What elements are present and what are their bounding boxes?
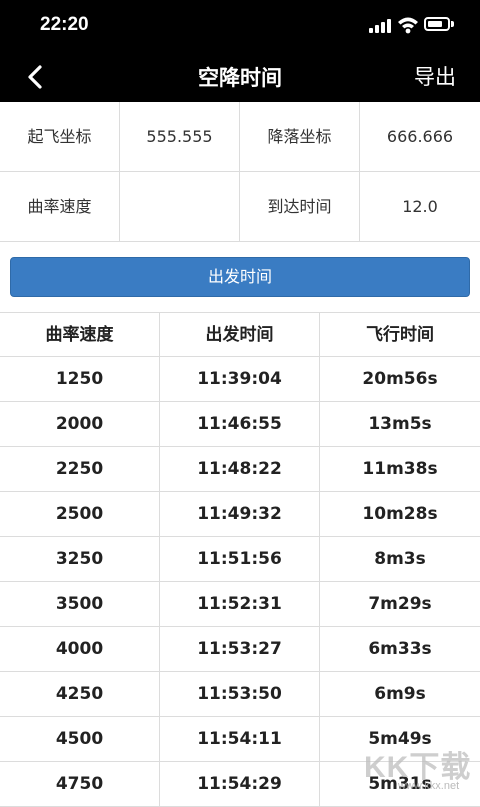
page-title: 空降时间 xyxy=(198,66,282,90)
table-header: 曲率速度 出发时间 飞行时间 xyxy=(0,312,480,357)
curve-speed-cell: 4500 xyxy=(0,717,160,761)
curve-speed-label: 曲率速度 xyxy=(0,172,120,242)
curve-speed-cell: 2250 xyxy=(0,447,160,491)
results-table: 曲率速度 出发时间 飞行时间 1250 11:39:04 20m56s 2000… xyxy=(0,312,480,807)
export-button[interactable]: 导出 xyxy=(414,61,456,91)
flight-time-cell: 8m3s xyxy=(374,549,426,569)
cellular-signal-icon xyxy=(369,19,391,33)
departure-time-button[interactable]: 出发时间 xyxy=(10,257,470,297)
table-row: 2000 11:46:55 13m5s xyxy=(0,402,480,447)
curve-speed-cell: 3500 xyxy=(0,582,160,626)
departure-time-cell: 11:53:50 xyxy=(160,672,320,716)
departure-time-cell: 11:46:55 xyxy=(160,402,320,446)
table-row: 3250 11:51:56 8m3s xyxy=(0,537,480,582)
departure-time-cell: 11:51:56 xyxy=(160,537,320,581)
curve-speed-cell: 1250 xyxy=(0,357,160,401)
curve-speed-cell: 2000 xyxy=(0,402,160,446)
arrival-time-label: 到达时间 xyxy=(240,172,360,242)
flight-time-cell: 7m29s xyxy=(368,594,432,614)
column-header-flight-time: 飞行时间 xyxy=(366,325,434,345)
departure-time-cell: 11:52:31 xyxy=(160,582,320,626)
top-bar: 22:20 空降时间 导出 xyxy=(0,0,480,102)
takeoff-label: 起飞坐标 xyxy=(0,102,120,172)
flight-time-cell: 10m28s xyxy=(362,504,438,524)
table-row: 3500 11:52:31 7m29s xyxy=(0,582,480,627)
table-row: 2500 11:49:32 10m28s xyxy=(0,492,480,537)
table-row: 4250 11:53:50 6m9s xyxy=(0,672,480,717)
battery-cap xyxy=(451,21,454,27)
departure-time-cell: 11:49:32 xyxy=(160,492,320,536)
departure-time-cell: 11:39:04 xyxy=(160,357,320,401)
curve-speed-cell: 4000 xyxy=(0,627,160,671)
curve-speed-cell: 4250 xyxy=(0,672,160,716)
status-time: 22:20 xyxy=(40,14,89,35)
flight-time-cell: 6m9s xyxy=(374,684,426,704)
curve-speed-cell: 3250 xyxy=(0,537,160,581)
landing-label: 降落坐标 xyxy=(240,102,360,172)
column-header-departure-time: 出发时间 xyxy=(160,313,320,357)
takeoff-field[interactable]: 555.555 xyxy=(120,102,240,172)
column-header-curve-speed: 曲率速度 xyxy=(0,313,160,357)
landing-field[interactable]: 666.666 xyxy=(360,102,480,172)
arrival-time-field[interactable]: 12.0 xyxy=(360,172,480,242)
watermark: KK下载 www.kkx.net xyxy=(364,742,480,800)
table-row: 2250 11:48:22 11m38s xyxy=(0,447,480,492)
departure-time-cell: 11:48:22 xyxy=(160,447,320,491)
table-row: 1250 11:39:04 20m56s xyxy=(0,357,480,402)
curve-speed-field[interactable] xyxy=(120,172,240,242)
battery-icon xyxy=(424,17,450,31)
flight-time-cell: 11m38s xyxy=(362,459,438,479)
departure-time-cell: 11:54:11 xyxy=(160,717,320,761)
flight-time-cell: 6m33s xyxy=(368,639,432,659)
table-row: 4000 11:53:27 6m33s xyxy=(0,627,480,672)
departure-time-cell: 11:54:29 xyxy=(160,762,320,806)
wifi-icon xyxy=(398,17,418,34)
watermark-url: www.kkx.net xyxy=(398,780,460,792)
flight-time-cell: 20m56s xyxy=(362,369,438,389)
flight-time-cell: 13m5s xyxy=(368,414,432,434)
coordinates-form: 起飞坐标 555.555 降落坐标 666.666 曲率速度 到达时间 12.0 xyxy=(0,102,480,242)
status-bar: 22:20 xyxy=(0,0,480,50)
curve-speed-cell: 2500 xyxy=(0,492,160,536)
curve-speed-cell: 4750 xyxy=(0,762,160,806)
nav-bar: 空降时间 导出 xyxy=(0,50,480,102)
departure-time-cell: 11:53:27 xyxy=(160,627,320,671)
